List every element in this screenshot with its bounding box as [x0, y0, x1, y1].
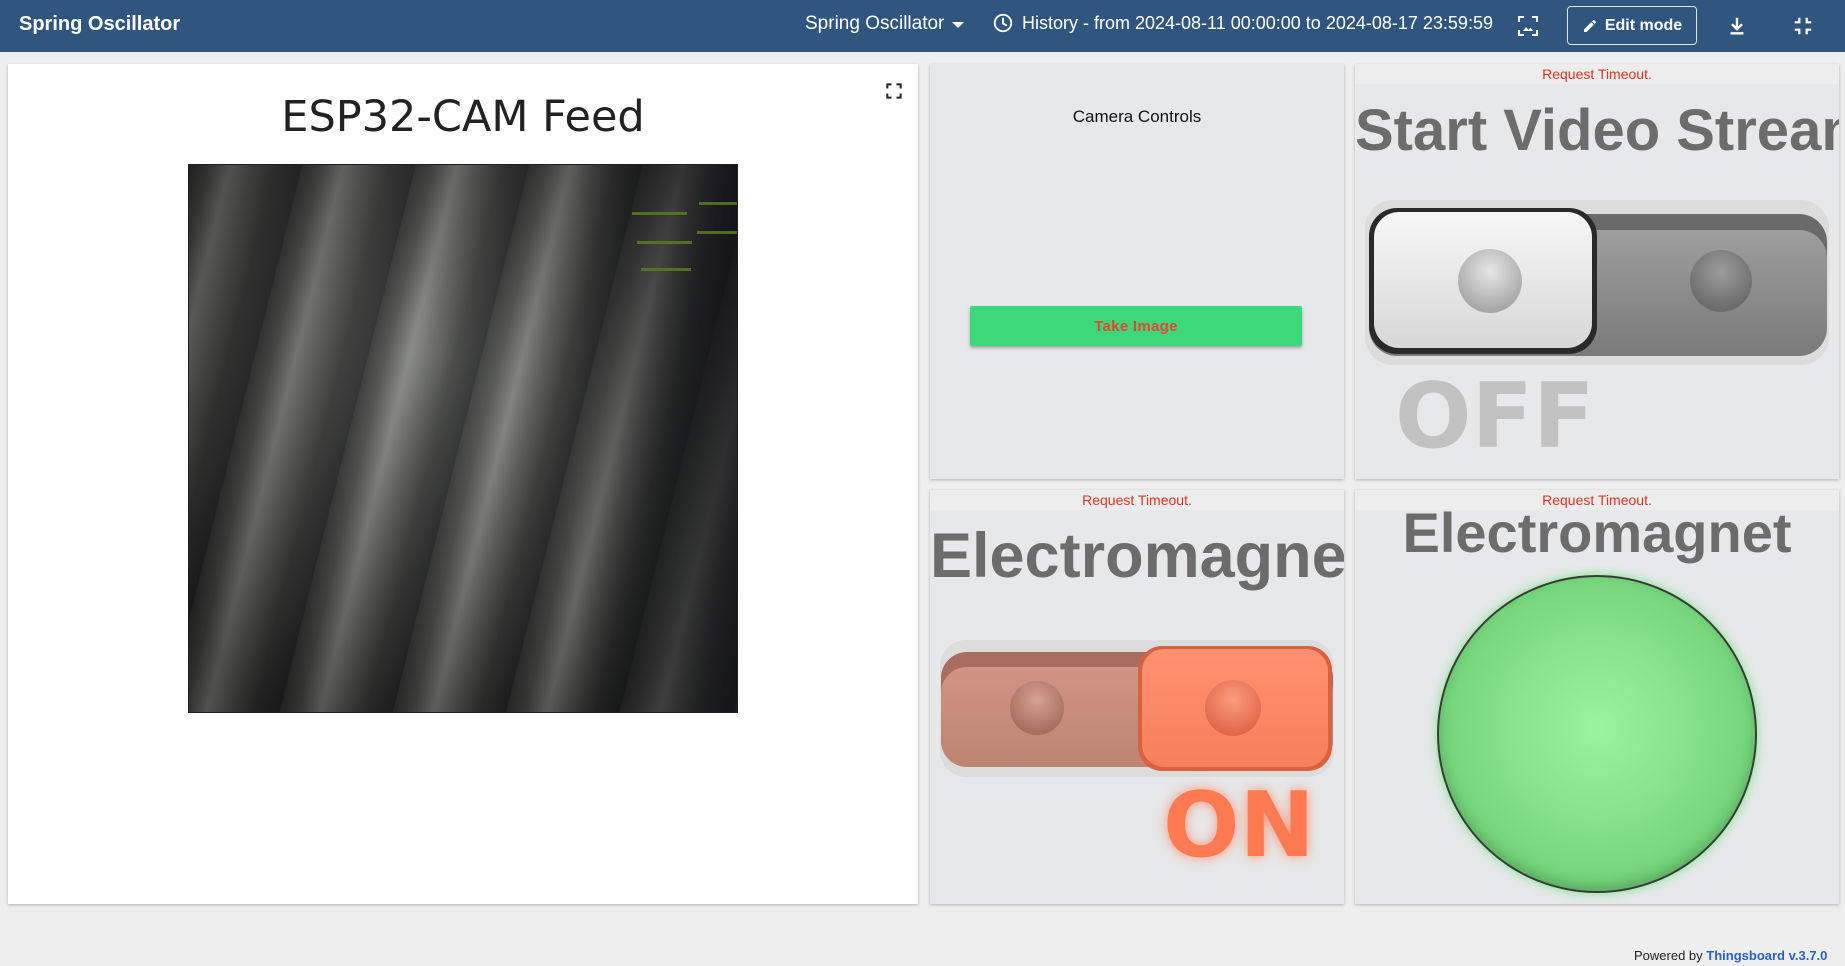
electromagnet-switch-title: Electromagnet	[930, 521, 1344, 591]
camera-image[interactable]	[188, 164, 738, 713]
electromagnet-switch-widget: Request Timeout. Electromagnet ON	[930, 490, 1344, 904]
history-timewindow[interactable]: History - from 2024-08-11 00:00:00 to 20…	[992, 12, 1493, 34]
dashboard-state-select[interactable]: Spring Oscillator	[805, 13, 965, 35]
history-label: History - from 2024-08-11 00:00:00 to 20…	[1022, 12, 1493, 33]
edit-mode-button[interactable]: Edit mode	[1567, 6, 1697, 45]
clock-icon	[993, 13, 1013, 33]
edit-mode-label: Edit mode	[1604, 16, 1683, 34]
camera-feed-widget: ESP32-CAM Feed	[8, 64, 918, 904]
exit-fullscreen-icon[interactable]	[1789, 12, 1817, 40]
electromagnet-indicator-title: Electromagnet	[1402, 501, 1792, 564]
electromagnet-state: ON	[1163, 773, 1315, 878]
request-timeout-error: Request Timeout.	[1355, 64, 1839, 84]
electromagnet-indicator-widget: Request Timeout. Electromagnet	[1355, 490, 1839, 904]
camera-controls-widget: Camera Controls Take Image	[930, 64, 1344, 479]
video-stream-widget: Request Timeout. Start Video Stream OFF	[1355, 64, 1839, 479]
electromagnet-round-button[interactable]	[1437, 575, 1757, 893]
state-select-value: Spring Oscillator	[805, 13, 945, 34]
image-artifact	[697, 231, 737, 234]
request-timeout-error: Request Timeout.	[930, 490, 1344, 510]
fit-screen-icon[interactable]	[1514, 12, 1542, 40]
dashboard-title: Spring Oscillator	[19, 13, 181, 35]
camera-feed-title: ESP32-CAM Feed	[281, 92, 645, 142]
video-stream-toggle[interactable]	[1365, 200, 1829, 365]
edit-pencil-icon	[1583, 19, 1596, 32]
image-artifact	[699, 202, 737, 205]
take-image-button[interactable]: Take Image	[970, 306, 1302, 346]
top-toolbar: Spring Oscillator Spring Oscillator Hist…	[0, 0, 1845, 52]
image-artifact	[637, 241, 692, 244]
electromagnet-toggle[interactable]	[940, 640, 1334, 777]
image-artifact	[632, 212, 687, 215]
powered-by: Powered by Thingsboard v.3.7.0	[1634, 948, 1827, 963]
powered-by-prefix: Powered by	[1634, 948, 1703, 963]
video-stream-title: Start Video Stream	[1355, 98, 1839, 163]
image-artifact	[641, 268, 691, 271]
camera-controls-label: Camera Controls	[1072, 107, 1202, 126]
chevron-down-icon	[952, 22, 965, 28]
thingsboard-link[interactable]: Thingsboard v.3.7.0	[1706, 948, 1827, 963]
camera-image-edge	[577, 165, 737, 712]
download-icon[interactable]	[1723, 12, 1751, 40]
video-stream-state: OFF	[1395, 364, 1595, 469]
